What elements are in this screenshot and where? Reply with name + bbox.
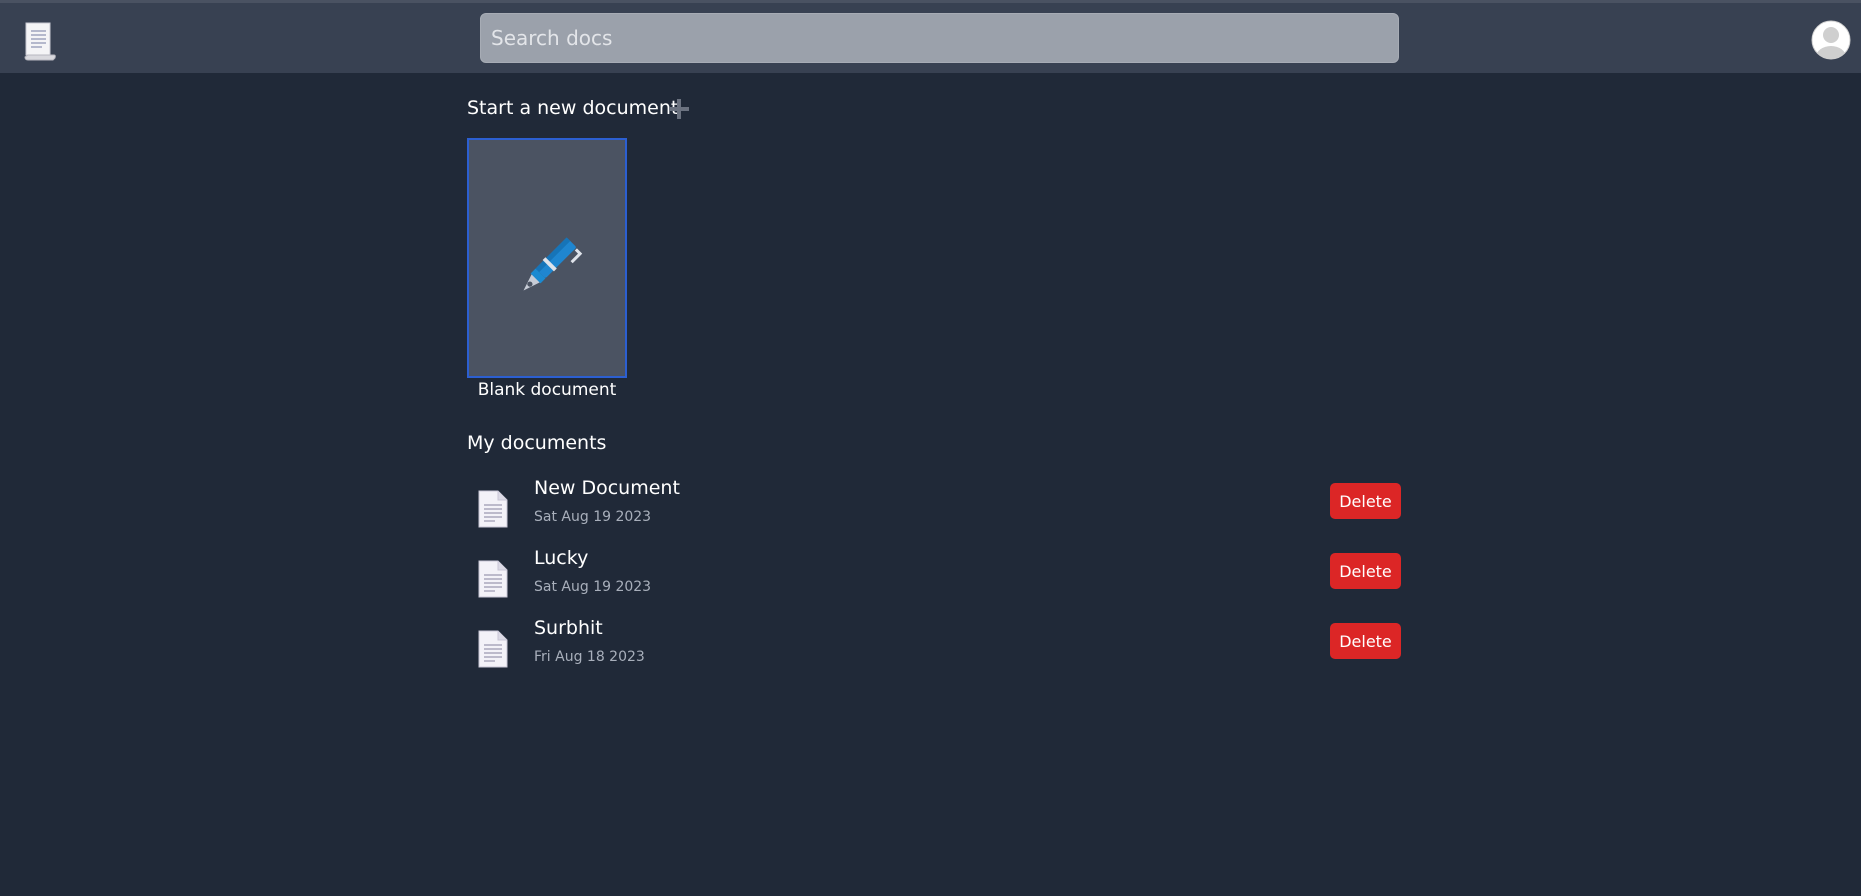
document-date: Fri Aug 18 2023 [534, 649, 645, 665]
document-name[interactable]: Surbhit [534, 617, 603, 639]
document-date: Sat Aug 19 2023 [534, 579, 652, 595]
file-text-icon [478, 560, 508, 598]
search-input[interactable] [480, 13, 1399, 63]
delete-button[interactable]: Delete [1330, 553, 1401, 589]
file-text-icon [478, 630, 508, 668]
document-list-item[interactable]: Lucky Sat Aug 19 2023 Delete [467, 547, 1401, 613]
document-list-item[interactable]: Surbhit Fri Aug 18 2023 Delete [467, 617, 1401, 683]
user-avatar-icon[interactable] [1811, 20, 1851, 60]
delete-button[interactable]: Delete [1330, 623, 1401, 659]
delete-button[interactable]: Delete [1330, 483, 1401, 519]
document-name[interactable]: Lucky [534, 547, 588, 569]
document-date: Sat Aug 19 2023 [534, 509, 652, 525]
document-list-item[interactable]: New Document Sat Aug 19 2023 Delete [467, 477, 1401, 543]
top-bar [0, 0, 1861, 73]
fountain-pen-icon [523, 237, 583, 291]
blank-document-card[interactable] [467, 138, 627, 378]
my-documents-heading: My documents [467, 432, 607, 454]
file-text-icon [478, 490, 508, 528]
document-scroll-icon[interactable] [22, 21, 58, 61]
document-name[interactable]: New Document [534, 477, 680, 499]
plus-icon[interactable] [668, 98, 690, 120]
blank-document-label: Blank document [477, 380, 617, 400]
new-document-heading: Start a new document [467, 97, 679, 119]
